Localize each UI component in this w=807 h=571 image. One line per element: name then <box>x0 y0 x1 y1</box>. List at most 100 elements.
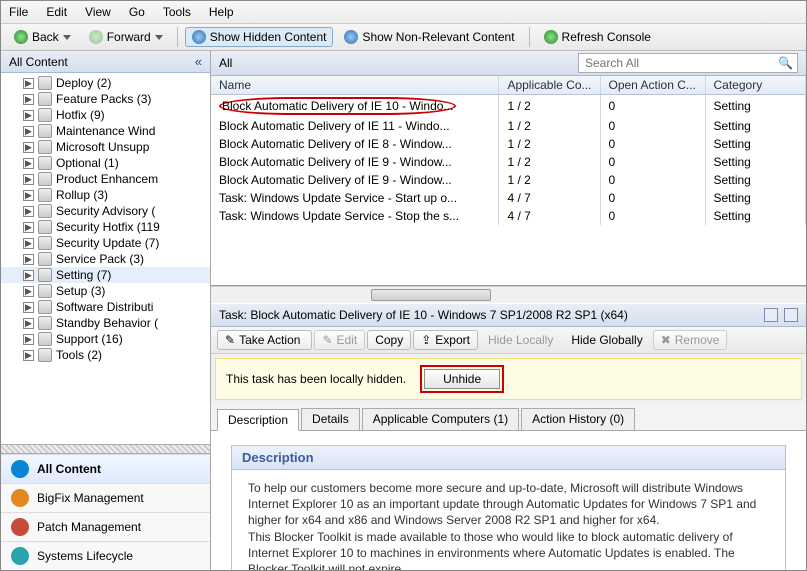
close-icon[interactable] <box>784 308 798 322</box>
nav-pane[interactable]: BigFix Management <box>1 483 210 512</box>
pane-icon <box>11 489 29 507</box>
tab-applicable[interactable]: Applicable Computers (1) <box>362 408 519 430</box>
tree-item[interactable]: ▶Rollup (3) <box>1 187 210 203</box>
expand-icon[interactable]: ▶ <box>23 158 34 169</box>
tree-label: Standby Behavior ( <box>56 316 158 330</box>
tree-item[interactable]: ▶Feature Packs (3) <box>1 91 210 107</box>
table-row[interactable]: Task: Windows Update Service - Start up … <box>211 189 806 207</box>
expand-icon[interactable]: ▶ <box>23 350 34 361</box>
tree-item[interactable]: ▶ Support (16) <box>1 331 210 347</box>
hscrollbar[interactable] <box>211 286 806 303</box>
tree-item[interactable]: ▶Deploy (2) <box>1 75 210 91</box>
nav-pane[interactable]: Systems Lifecycle <box>1 541 210 570</box>
tree-item[interactable]: ▶Security Update (7) <box>1 235 210 251</box>
unhide-button[interactable]: Unhide <box>424 369 500 389</box>
menu-tools[interactable]: Tools <box>161 3 193 21</box>
separator <box>177 27 178 47</box>
tab-actionhistory[interactable]: Action History (0) <box>521 408 635 430</box>
description-box: Description To help our customers become… <box>231 445 786 570</box>
tree-item[interactable]: ▶ Standby Behavior ( <box>1 315 210 331</box>
forward-button[interactable]: Forward <box>82 27 170 47</box>
expand-icon[interactable]: ▶ <box>23 206 34 217</box>
expand-icon[interactable]: ▶ <box>23 142 34 153</box>
popout-icon[interactable] <box>764 308 778 322</box>
collapse-icon[interactable]: « <box>195 54 202 69</box>
folder-icon <box>38 188 52 202</box>
col-openaction[interactable]: Open Action C... <box>600 76 705 95</box>
col-name[interactable]: Name <box>211 76 499 95</box>
col-download[interactable]: Dowr <box>805 76 806 95</box>
search-input[interactable] <box>583 55 778 71</box>
menu-view[interactable]: View <box>83 3 113 21</box>
table-row[interactable]: Block Automatic Delivery of IE 9 - Windo… <box>211 171 806 189</box>
menu-help[interactable]: Help <box>207 3 236 21</box>
hide-locally-button[interactable]: Hide Locally <box>480 330 561 350</box>
folder-icon <box>38 332 52 346</box>
refresh-button[interactable]: Refresh Console <box>537 27 658 47</box>
show-nonrelevant-button[interactable]: Show Non-Relevant Content <box>337 27 521 47</box>
search-box[interactable]: 🔍 <box>578 53 798 73</box>
expand-icon[interactable]: ▶ <box>23 254 34 265</box>
expand-icon[interactable]: ▶ <box>23 238 34 249</box>
tree-item[interactable]: ▶Hotfix (9) <box>1 107 210 123</box>
table-row[interactable]: Block Automatic Delivery of IE 10 - Wind… <box>211 95 806 118</box>
tab-description[interactable]: Description <box>217 409 299 431</box>
nav-pane[interactable]: Patch Management <box>1 512 210 541</box>
table-row[interactable]: Task: Windows Update Service - Stop the … <box>211 207 806 225</box>
tree-item[interactable]: ▶Product Enhancem <box>1 171 210 187</box>
hide-globally-button[interactable]: Hide Globally <box>563 330 650 350</box>
tab-details[interactable]: Details <box>301 408 360 430</box>
expand-icon[interactable]: ▶ <box>23 302 34 313</box>
expand-icon[interactable]: ▶ <box>23 286 34 297</box>
expand-icon[interactable]: ▶ <box>23 110 34 121</box>
splitter[interactable] <box>1 444 210 454</box>
expand-icon[interactable]: ▶ <box>23 334 34 345</box>
cell-openaction: 0 <box>600 189 705 207</box>
tree-item[interactable]: ▶Service Pack (3) <box>1 251 210 267</box>
tree-item[interactable]: ▶Setting (7) <box>1 267 210 283</box>
scroll-thumb[interactable] <box>371 289 491 301</box>
back-button[interactable]: Back <box>7 27 78 47</box>
description-body: To help our customers become more secure… <box>232 470 785 570</box>
expand-icon[interactable]: ▶ <box>23 270 34 281</box>
col-applicable[interactable]: Applicable Co... <box>499 76 600 95</box>
tree-item[interactable]: ▶Setup (3) <box>1 283 210 299</box>
take-action-button[interactable]: ✎ Take Action <box>217 330 312 350</box>
expand-icon[interactable]: ▶ <box>23 126 34 137</box>
export-button[interactable]: ⇪ Export <box>413 330 478 350</box>
copy-button[interactable]: Copy <box>367 330 411 350</box>
table-row[interactable]: Block Automatic Delivery of IE 8 - Windo… <box>211 135 806 153</box>
expand-icon[interactable]: ▶ <box>23 318 34 329</box>
tree-item[interactable]: ▶Security Hotfix (119 <box>1 219 210 235</box>
tree-item[interactable]: ▶Security Advisory ( <box>1 203 210 219</box>
expand-icon[interactable]: ▶ <box>23 190 34 201</box>
search-icon[interactable]: 🔍 <box>778 56 793 70</box>
expand-icon[interactable]: ▶ <box>23 174 34 185</box>
grid-container: Name Applicable Co... Open Action C... C… <box>211 76 806 286</box>
action-bar: ✎ Take Action ✎ Edit Copy ⇪ Export Hide … <box>211 327 806 354</box>
tree-item[interactable]: ▶Maintenance Wind <box>1 123 210 139</box>
back-label: Back <box>32 30 59 44</box>
table-row[interactable]: Block Automatic Delivery of IE 11 - Wind… <box>211 117 806 135</box>
tree-item[interactable]: ▶Microsoft Unsupp <box>1 139 210 155</box>
tree-item[interactable]: ▶Software Distributi <box>1 299 210 315</box>
expand-icon[interactable]: ▶ <box>23 78 34 89</box>
remove-button[interactable]: ✖ Remove <box>653 330 728 350</box>
expand-icon[interactable]: ▶ <box>23 94 34 105</box>
edit-button[interactable]: ✎ Edit <box>314 330 365 350</box>
table-row[interactable]: Block Automatic Delivery of IE 9 - Windo… <box>211 153 806 171</box>
cell-download: <no c <box>805 117 806 135</box>
menu-go[interactable]: Go <box>127 3 147 21</box>
show-hidden-button[interactable]: Show Hidden Content <box>185 27 334 47</box>
tree-item[interactable]: ▶Tools (2) <box>1 347 210 363</box>
expand-icon[interactable]: ▶ <box>23 222 34 233</box>
tree-label: Support (16) <box>56 332 123 346</box>
tree-item[interactable]: ▶Optional (1) <box>1 155 210 171</box>
folder-icon <box>38 124 52 138</box>
remove-label: Remove <box>675 333 720 347</box>
highlight-annotation: Unhide <box>420 365 504 393</box>
menu-edit[interactable]: Edit <box>44 3 69 21</box>
col-category[interactable]: Category <box>705 76 805 95</box>
menu-file[interactable]: File <box>7 3 30 21</box>
nav-pane[interactable]: All Content <box>1 454 210 483</box>
